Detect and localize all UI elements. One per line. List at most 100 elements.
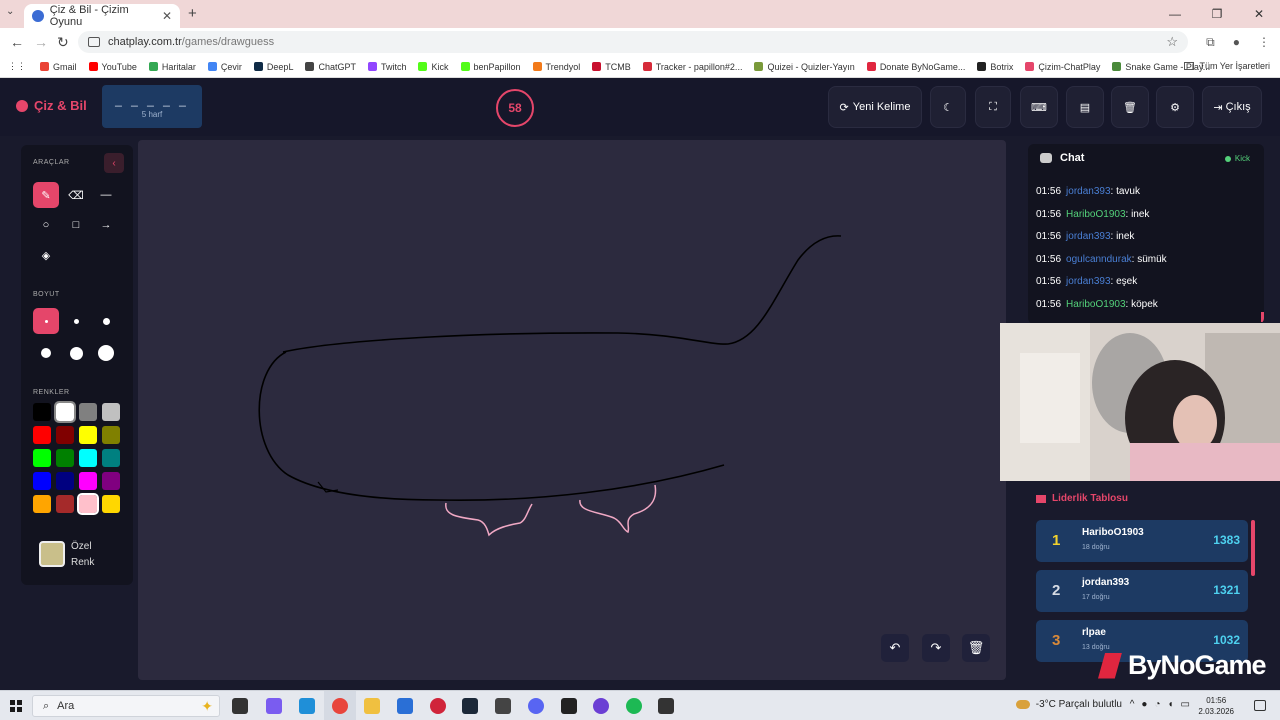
bookmark-item[interactable]: Kick: [418, 62, 449, 72]
theme-toggle-button[interactable]: ☾: [930, 86, 966, 128]
color-swatch[interactable]: [56, 426, 74, 444]
bookmark-item[interactable]: Çevir: [207, 62, 242, 72]
battery-icon[interactable]: ▭: [1181, 699, 1190, 710]
taskbar-search[interactable]: ⌕ Ara ✦: [32, 695, 220, 717]
bookmark-item[interactable]: Haritalar: [148, 62, 196, 72]
spotify-icon[interactable]: [626, 698, 642, 714]
new-word-button[interactable]: ⟳ Yeni Kelime: [828, 86, 922, 128]
collapse-panel-icon[interactable]: ‹: [104, 153, 124, 173]
bookmark-item[interactable]: Twitch: [367, 62, 406, 72]
app-icon[interactable]: [658, 698, 674, 714]
bookmark-item[interactable]: benPapillon: [460, 62, 521, 72]
bookmark-item[interactable]: TCMB: [592, 62, 631, 72]
steam-icon[interactable]: [462, 698, 478, 714]
rectangle-tool[interactable]: □: [63, 212, 89, 238]
extensions-icon[interactable]: ⧉: [1206, 35, 1215, 50]
color-swatch[interactable]: [33, 449, 51, 467]
windows-start-icon[interactable]: [10, 700, 22, 712]
bookmark-item[interactable]: YouTube: [88, 62, 137, 72]
color-swatch[interactable]: [56, 449, 74, 467]
opera-icon[interactable]: [430, 698, 446, 714]
browser-tab[interactable]: Çiz & Bil - Çizim Oyunu ✕: [24, 4, 180, 28]
size-option-5[interactable]: [63, 340, 89, 366]
size-option-6[interactable]: [93, 340, 119, 366]
address-bar[interactable]: chatplay.com.tr /games/drawguess ☆: [78, 31, 1188, 53]
fill-tool[interactable]: ◈: [33, 242, 59, 268]
app-icon[interactable]: [495, 698, 511, 714]
bookmark-item[interactable]: Çizim-ChatPlay: [1025, 62, 1100, 72]
settings-button[interactable]: ⚙: [1156, 86, 1194, 128]
brush-tool[interactable]: ✎: [33, 182, 59, 208]
message-user[interactable]: jordan393: [1066, 276, 1110, 287]
volume-icon[interactable]: ◖: [1168, 699, 1174, 710]
color-swatch[interactable]: [77, 493, 99, 515]
back-icon[interactable]: ←: [10, 34, 24, 50]
taskbar-clock[interactable]: 01:56 2.03.2026: [1198, 695, 1234, 717]
color-swatch[interactable]: [56, 472, 74, 490]
task-view-icon[interactable]: [232, 698, 248, 714]
bookmark-item[interactable]: Donate ByNoGame...: [866, 62, 965, 72]
undo-button[interactable]: ↶: [881, 634, 909, 662]
restore-icon[interactable]: ❐: [1196, 0, 1238, 28]
color-swatch[interactable]: [33, 495, 51, 513]
color-swatch[interactable]: [102, 403, 120, 421]
color-swatch[interactable]: [79, 449, 97, 467]
edge-icon[interactable]: [299, 698, 315, 714]
fullscreen-button[interactable]: ⛶: [975, 86, 1011, 128]
message-user[interactable]: HariboO1903: [1066, 299, 1125, 310]
exit-button[interactable]: ⇥ Çıkış: [1202, 86, 1262, 128]
delete-button[interactable]: 🗑: [1111, 86, 1149, 128]
color-swatch[interactable]: [102, 495, 120, 513]
network-icon[interactable]: ◔: [1154, 699, 1160, 710]
color-swatch[interactable]: [102, 472, 120, 490]
color-swatch[interactable]: [102, 426, 120, 444]
weather-widget[interactable]: -3°C Parçalı bulutlu: [1015, 699, 1122, 710]
notification-icon[interactable]: [1254, 700, 1266, 711]
color-swatch[interactable]: [33, 426, 51, 444]
bookmark-item[interactable]: DeepL: [253, 62, 293, 72]
bookmark-item[interactable]: ChatGPT: [305, 62, 356, 72]
microphone-icon[interactable]: ●: [1141, 699, 1147, 710]
tray-chevron-icon[interactable]: ^: [1130, 699, 1135, 710]
eraser-tool[interactable]: ⌫: [63, 182, 89, 208]
close-window-icon[interactable]: ✕: [1238, 0, 1280, 28]
all-bookmarks[interactable]: Tüm Yer İşaretleri: [1184, 61, 1270, 71]
bookmark-item[interactable]: Tracker - papillon#2...: [642, 62, 742, 72]
color-swatch[interactable]: [79, 472, 97, 490]
copilot-icon[interactable]: [266, 698, 282, 714]
kick-icon[interactable]: [561, 698, 577, 714]
new-tab-icon[interactable]: +: [188, 5, 197, 22]
message-user[interactable]: HariboO1903: [1066, 209, 1125, 220]
obs-icon[interactable]: [593, 698, 609, 714]
keyboard-button[interactable]: ⌨: [1020, 86, 1058, 128]
bookmark-item[interactable]: Trendyol: [532, 62, 580, 72]
bookmark-item[interactable]: Botrix: [977, 62, 1013, 72]
file-explorer-icon[interactable]: [364, 698, 380, 714]
reload-icon[interactable]: ↻: [57, 34, 69, 51]
archive-button[interactable]: ▤: [1066, 86, 1104, 128]
color-swatch[interactable]: [33, 403, 51, 421]
minimize-icon[interactable]: —: [1154, 0, 1196, 28]
drawing-canvas[interactable]: ↶ ↷ 🗑: [138, 140, 1006, 680]
color-swatch[interactable]: [33, 472, 51, 490]
circle-tool[interactable]: ○: [33, 212, 59, 238]
custom-color-swatch[interactable]: [39, 541, 65, 567]
clear-canvas-button[interactable]: 🗑: [962, 634, 990, 662]
bookmark-item[interactable]: Quizei - Quizler-Yayın: [754, 62, 855, 72]
discord-icon[interactable]: [528, 698, 544, 714]
size-option-2[interactable]: [63, 308, 89, 334]
color-swatch[interactable]: [54, 401, 76, 423]
bookmark-star-icon[interactable]: ☆: [1166, 34, 1178, 50]
color-swatch[interactable]: [79, 403, 97, 421]
color-swatch[interactable]: [56, 495, 74, 513]
browser-menu-icon[interactable]: ⋮: [1258, 35, 1270, 50]
forward-icon[interactable]: →: [34, 34, 48, 50]
message-user[interactable]: jordan393: [1066, 186, 1110, 197]
size-option-4[interactable]: [33, 340, 59, 366]
chrome-icon[interactable]: [332, 698, 348, 714]
apps-icon[interactable]: ⋮⋮: [8, 61, 26, 72]
mail-icon[interactable]: [397, 698, 413, 714]
bookmark-item[interactable]: Gmail: [40, 62, 77, 72]
redo-button[interactable]: ↷: [922, 634, 950, 662]
custom-color-label[interactable]: Özel Renk: [71, 539, 111, 571]
